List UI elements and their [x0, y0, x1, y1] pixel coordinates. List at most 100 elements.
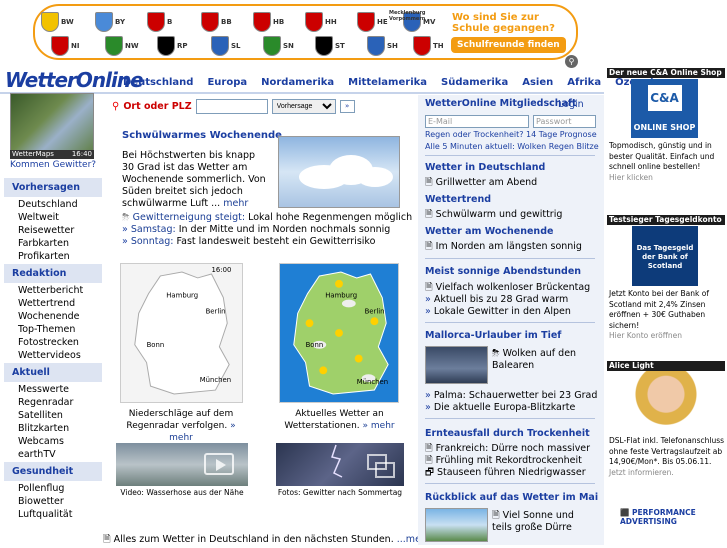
sidebar-item-topthemen[interactable]: Top-Themen: [4, 322, 102, 335]
login-link[interactable]: Login: [558, 99, 584, 111]
nav-europa[interactable]: Europa: [207, 77, 247, 88]
trend-item[interactable]: 🗎 Schwülwarm und gewittrig: [425, 209, 562, 221]
state-bb[interactable]: BB: [201, 12, 232, 32]
we-title[interactable]: Wetter am Wochenende: [425, 226, 553, 237]
map2-more-link[interactable]: » mehr: [363, 421, 395, 431]
trend-title[interactable]: Wettertrend: [425, 194, 491, 205]
state-by[interactable]: BY: [95, 12, 125, 32]
alice-ad-photo[interactable]: [633, 371, 699, 429]
bos-ad-logo[interactable]: Das Tagesgeld der Bank of Scotland: [632, 226, 698, 286]
sidebar-item-weltweit[interactable]: Weltweit: [4, 210, 102, 223]
sonnig-item-1[interactable]: » Aktuell bis zu 28 Grad warm: [425, 294, 568, 306]
sonnig-item-0[interactable]: 🗎 Vielfach wolkenloser Brückentag: [425, 282, 590, 294]
waterspout-video[interactable]: [116, 443, 248, 486]
sidebar-item-regenradar[interactable]: Regenradar: [4, 395, 102, 408]
sidebar-section-redaktion[interactable]: Redaktion: [4, 264, 102, 283]
state-hh[interactable]: HH: [305, 12, 337, 32]
state-ni[interactable]: NI: [51, 36, 79, 56]
mai-item[interactable]: 🗎 Viel Sonne und teils große Dürre: [492, 510, 596, 534]
state-th[interactable]: TH: [413, 36, 444, 56]
nav-mittelamerika[interactable]: Mittelamerika: [348, 77, 427, 88]
bos-ad-link[interactable]: Hier Konto eröffnen: [609, 331, 682, 340]
ernte-item-2[interactable]: 🗗 Stauseen führen Niedrigwasser: [425, 467, 586, 479]
quick-links-1[interactable]: Regen oder Trockenheit? 14 Tage Prognose: [425, 129, 597, 141]
alice-ad-link[interactable]: Jetzt informieren.: [609, 468, 674, 477]
headline[interactable]: Schwülwarmes Wochenende: [122, 130, 282, 141]
sidebar-section-aktuell[interactable]: Aktuell: [4, 363, 102, 382]
nav-deutschland[interactable]: Deutschland: [123, 77, 193, 88]
sidebar-item-webcams[interactable]: Webcams: [4, 434, 102, 447]
nav-asien[interactable]: Asien: [522, 77, 553, 88]
sidebar-section-gesundheit[interactable]: Gesundheit: [4, 462, 102, 481]
sidebar-item-farbkarten[interactable]: Farbkarten: [4, 236, 102, 249]
state-rp[interactable]: RP: [157, 36, 188, 56]
sonnig-title[interactable]: Meist sonnige Abendstunden: [425, 266, 581, 277]
ernte-item-1[interactable]: 🗎 Frühling mit Rekordtrockenheit: [425, 455, 582, 467]
lightning-gallery[interactable]: [276, 443, 404, 486]
cloud-photo[interactable]: [278, 136, 400, 208]
state-he[interactable]: HE: [357, 12, 388, 32]
mallorca-photo[interactable]: [425, 346, 488, 384]
password-field[interactable]: Passwort: [533, 115, 596, 128]
forecast-select[interactable]: Vorhersage: [271, 98, 336, 114]
wid-title[interactable]: Wetter in Deutschland: [425, 162, 545, 173]
schoolmates-banner[interactable]: BW BY B BB HB HH HE MV NI NW RP SL SN ST SH TH Mecklenbu…: [33, 4, 578, 60]
ernte-item-0[interactable]: 🗎 Frankreich: Dürre noch massiver: [425, 443, 590, 455]
rain-radar-map[interactable]: 16:00 Hamburg Berlin Bonn München: [120, 263, 243, 403]
performance-advertising[interactable]: ⬛ PERFORMANCE ADVERTISING: [620, 508, 727, 526]
nav-südamerika[interactable]: Südamerika: [441, 77, 508, 88]
state-sh[interactable]: SH: [367, 36, 398, 56]
sidebar-item-blitzkarten[interactable]: Blitzkarten: [4, 421, 102, 434]
ernte-title[interactable]: Ernteausfall durch Trockenheit: [425, 428, 590, 439]
sidebar-item-earthtv[interactable]: earthTV: [4, 447, 102, 460]
sidebar-item-pollenflug[interactable]: Pollenflug: [4, 481, 102, 494]
state-st[interactable]: ST: [315, 36, 345, 56]
state-label: BY: [115, 18, 126, 26]
wid-item[interactable]: 🗎 Grillwetter am Abend: [425, 177, 537, 189]
ca-ad-link[interactable]: Hier klicken: [609, 173, 653, 182]
sidebar-section-vorhersagen[interactable]: Vorhersagen: [4, 178, 102, 197]
sidebar-item-wettertrend[interactable]: Wettertrend: [4, 296, 102, 309]
sidebar-item-messwerte[interactable]: Messwerte: [4, 382, 102, 395]
mai-photo[interactable]: [425, 508, 488, 542]
sidebar-item-profikarten[interactable]: Profikarten: [4, 249, 102, 262]
mai-title[interactable]: Rückblick auf das Wetter im Mai: [425, 492, 598, 503]
magnifier-icon[interactable]: ⚲: [565, 55, 578, 68]
nav-afrika[interactable]: Afrika: [567, 77, 601, 88]
state-hb[interactable]: HB: [253, 12, 284, 32]
mallorca-item-1[interactable]: » Die aktuelle Europa-Blitzkarte: [425, 402, 575, 414]
go-button[interactable]: »: [339, 99, 355, 113]
bullet-1-link[interactable]: Gewitterneigung steigt:: [133, 212, 245, 223]
sidebar-item-wochenende[interactable]: Wochenende: [4, 309, 102, 322]
bullet-3-link[interactable]: Sonntag:: [131, 236, 174, 247]
mallorca-item[interactable]: ⛈ Wolken auf den Balearen: [492, 348, 592, 372]
sidebar-item-luftqualität[interactable]: Luftqualität: [4, 507, 102, 520]
mallorca-item-0[interactable]: » Palma: Schauerwetter bei 23 Grad: [425, 390, 597, 402]
sonnig-item-2[interactable]: » Lokale Gewitter in den Alpen: [425, 306, 571, 318]
ca-ad-logo[interactable]: C&A ONLINE SHOP: [631, 79, 698, 138]
bullet-2-link[interactable]: Samstag:: [131, 224, 176, 235]
schulfreunde-button[interactable]: Schulfreunde finden: [451, 37, 566, 53]
we-item[interactable]: 🗎 Im Norden am längsten sonnig: [425, 241, 582, 253]
kommen-gewitter-link[interactable]: Kommen Gewitter?: [10, 160, 96, 170]
state-b[interactable]: B: [147, 12, 172, 32]
headline-more-link[interactable]: mehr: [223, 198, 248, 209]
state-sn[interactable]: SN: [263, 36, 294, 56]
quick-links-2[interactable]: Alle 5 Minuten aktuell: Wolken Regen Bli…: [425, 141, 599, 153]
email-field[interactable]: E-Mail: [425, 115, 529, 128]
sidebar-item-wettervideos[interactable]: Wettervideos: [4, 348, 102, 361]
state-sl[interactable]: SL: [211, 36, 241, 56]
wetteronline-logo[interactable]: WetterOnline: [5, 68, 144, 92]
mallorca-title[interactable]: Mallorca-Urlauber im Tief: [425, 330, 561, 341]
sidebar-item-fotostrecken[interactable]: Fotostrecken: [4, 335, 102, 348]
sidebar-item-wetterbericht[interactable]: Wetterbericht: [4, 283, 102, 296]
sidebar-item-deutschland[interactable]: Deutschland: [4, 197, 102, 210]
nav-nordamerika[interactable]: Nordamerika: [261, 77, 334, 88]
sidebar-item-biowetter[interactable]: Biowetter: [4, 494, 102, 507]
sidebar-item-satelliten[interactable]: Satelliten: [4, 408, 102, 421]
state-bw[interactable]: BW: [41, 12, 74, 32]
state-nw[interactable]: NW: [105, 36, 139, 56]
search-input[interactable]: [195, 98, 268, 114]
sidebar-item-reisewetter[interactable]: Reisewetter: [4, 223, 102, 236]
stations-map[interactable]: Hamburg Berlin Bonn München: [279, 263, 399, 403]
